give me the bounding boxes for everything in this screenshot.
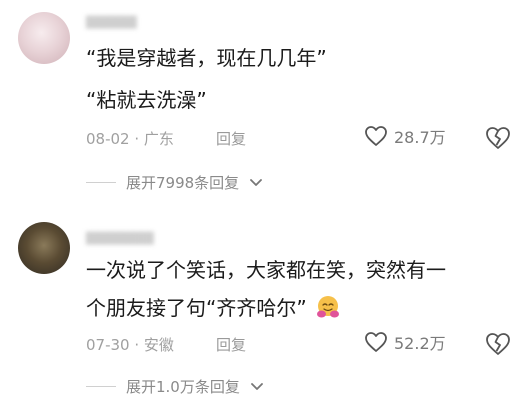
comment-date-location: 07-30 · 安徽 [86, 336, 174, 354]
expand-replies-label: 展开1.0万条回复 [126, 378, 240, 396]
comment-text: 个朋友接了句“齐齐哈尔” [86, 296, 307, 320]
username-blurred[interactable]: ██████ [86, 16, 137, 29]
comment-text-line: “粘就去洗澡” [86, 88, 207, 112]
expand-replies[interactable]: 展开1.0万条回复 [86, 376, 264, 397]
comment-text-line: 一次说了个笑话，大家都在笑，突然有一 [86, 258, 446, 282]
chevron-down-icon [250, 178, 263, 186]
broken-heart-icon[interactable] [484, 330, 512, 358]
heart-outline-icon [365, 332, 387, 352]
like-button[interactable]: 28.7万 [364, 124, 446, 148]
like-count: 52.2万 [394, 334, 446, 353]
hug-emoji [317, 296, 340, 318]
divider [86, 182, 116, 183]
comment-date-location: 08-02 · 广东 [86, 130, 174, 148]
broken-heart-icon[interactable] [484, 124, 512, 152]
heart-outline-icon [365, 126, 387, 146]
avatar[interactable] [18, 222, 70, 274]
expand-replies-label: 展开7998条回复 [126, 174, 240, 192]
chevron-down-icon [250, 382, 263, 390]
expand-replies[interactable]: 展开7998条回复 [86, 172, 263, 193]
reply-button[interactable]: 回复 [216, 334, 246, 355]
comment-list: ██████ “我是穿越者，现在几几年” “粘就去洗澡” 08-02 · 广东 … [0, 0, 529, 402]
reply-button[interactable]: 回复 [216, 128, 246, 149]
like-count: 28.7万 [394, 128, 446, 147]
divider [86, 386, 116, 387]
like-button[interactable]: 52.2万 [364, 330, 446, 354]
comment-text-line: 个朋友接了句“齐齐哈尔” [86, 294, 341, 322]
avatar[interactable] [18, 12, 70, 64]
comment-text-line: “我是穿越者，现在几几年” [86, 46, 327, 70]
username-blurred[interactable]: ████████ [86, 232, 154, 245]
